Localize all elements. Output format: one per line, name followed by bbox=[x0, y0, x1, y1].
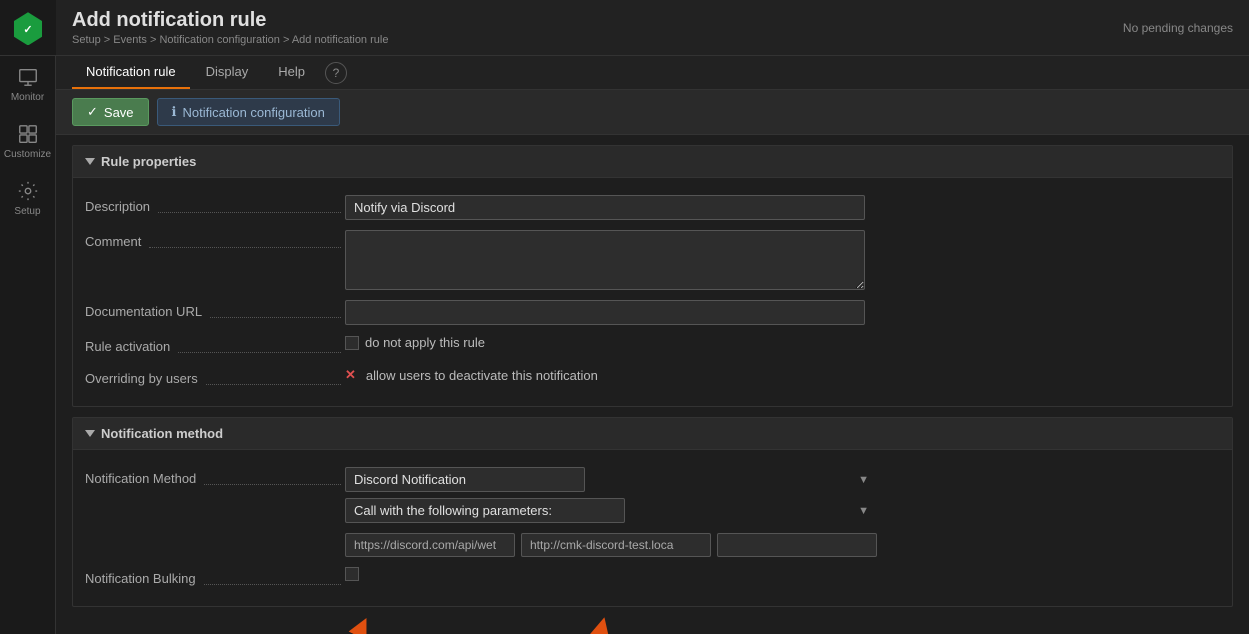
rule-activation-value: do not apply this rule bbox=[345, 335, 1220, 350]
notification-method-body: Notification Method Discord Notification… bbox=[73, 450, 1232, 606]
notification-method-row: Notification Method Discord Notification… bbox=[73, 462, 1232, 562]
discord-webhook-arrow-svg bbox=[272, 617, 432, 634]
doc-url-label: Documentation URL bbox=[85, 300, 345, 322]
page-title: Add notification rule bbox=[72, 9, 388, 32]
tab-help[interactable]: Help bbox=[264, 56, 319, 89]
tab-notification-rule[interactable]: Notification rule bbox=[72, 56, 190, 89]
notification-bulking-row: Notification Bulking bbox=[73, 562, 1232, 594]
call-params-wrap: Call with the following parameters: ▼ bbox=[345, 498, 877, 523]
extra-input[interactable] bbox=[717, 533, 877, 557]
content-area: Rule properties Description Commen bbox=[56, 135, 1249, 634]
breadcrumb: Setup > Events > Notification configurat… bbox=[72, 34, 388, 46]
notification-bulking-label: Notification Bulking bbox=[85, 567, 345, 589]
topbar: Add notification rule Setup > Events > N… bbox=[56, 0, 1249, 56]
main-content: Add notification rule Setup > Events > N… bbox=[56, 0, 1249, 634]
sidebar-label-customize: Customize bbox=[4, 149, 51, 160]
notification-method-header[interactable]: Notification method bbox=[73, 418, 1232, 450]
checkmark-icon: ✓ bbox=[87, 104, 98, 120]
comment-textarea[interactable] bbox=[345, 230, 865, 290]
method-select-wrap: Discord Notification ▼ bbox=[345, 467, 877, 492]
notification-method-section: Notification method Notification Method … bbox=[72, 417, 1233, 607]
overriding-row: Overriding by users ✕ allow users to dea… bbox=[73, 362, 1232, 394]
description-input[interactable] bbox=[345, 195, 865, 220]
rule-properties-title: Rule properties bbox=[101, 154, 196, 169]
overriding-text: allow users to deactivate this notificat… bbox=[366, 368, 598, 383]
description-label: Description bbox=[85, 195, 345, 217]
select-arrow-icon: ▼ bbox=[858, 474, 869, 486]
doc-url-value bbox=[345, 300, 1220, 325]
site-url-input[interactable] bbox=[521, 533, 711, 557]
doc-url-input[interactable] bbox=[345, 300, 865, 325]
help-circle-icon[interactable]: ? bbox=[325, 62, 347, 84]
webhook-inputs-row bbox=[345, 533, 877, 557]
notification-bulking-value bbox=[345, 567, 1220, 581]
doc-url-row: Documentation URL bbox=[73, 295, 1232, 330]
sidebar-label-setup: Setup bbox=[14, 206, 40, 217]
notification-method-value: Discord Notification ▼ Call with the fol… bbox=[345, 467, 1220, 557]
no-pending-changes: No pending changes bbox=[1123, 21, 1233, 35]
rule-activation-label: Rule activation bbox=[85, 335, 345, 357]
collapse-icon bbox=[85, 158, 95, 165]
rule-properties-header[interactable]: Rule properties bbox=[73, 146, 1232, 178]
notification-config-button[interactable]: ℹ Notification configuration bbox=[157, 98, 340, 126]
method-select[interactable]: Discord Notification bbox=[345, 467, 585, 492]
svg-text:✓: ✓ bbox=[23, 24, 32, 36]
rule-activation-checkbox[interactable] bbox=[345, 336, 359, 350]
x-icon: ✕ bbox=[345, 367, 356, 383]
rule-activation-row: Rule activation do not apply this rule bbox=[73, 330, 1232, 362]
notification-method-title: Notification method bbox=[101, 426, 223, 441]
info-icon: ℹ bbox=[172, 104, 177, 120]
description-value bbox=[345, 195, 1220, 220]
comment-row: Comment bbox=[73, 225, 1232, 295]
tab-display[interactable]: Display bbox=[192, 56, 263, 89]
topbar-title-area: Add notification rule Setup > Events > N… bbox=[72, 9, 388, 46]
webhook-url-input[interactable] bbox=[345, 533, 515, 557]
toolbar: ✓ Save ℹ Notification configuration bbox=[56, 90, 1249, 135]
comment-value bbox=[345, 230, 1220, 290]
sidebar-item-monitor[interactable]: Monitor bbox=[0, 56, 56, 113]
overriding-value: ✕ allow users to deactivate this notific… bbox=[345, 367, 1220, 383]
rule-properties-section: Rule properties Description Commen bbox=[72, 145, 1233, 407]
rule-activation-text: do not apply this rule bbox=[365, 335, 485, 350]
save-button[interactable]: ✓ Save bbox=[72, 98, 149, 126]
sidebar: ✓ Monitor Customize Setup bbox=[0, 0, 56, 634]
annotation-area: Discord Webhook Your checkmk site url bbox=[72, 617, 1233, 634]
site-url-arrow-svg bbox=[512, 617, 692, 634]
sidebar-item-customize[interactable]: Customize bbox=[0, 113, 56, 170]
nav-tabs: Notification rule Display Help ? bbox=[56, 56, 1249, 90]
description-row: Description bbox=[73, 190, 1232, 225]
rule-properties-body: Description Comment bbox=[73, 178, 1232, 406]
sidebar-label-monitor: Monitor bbox=[11, 92, 44, 103]
logo[interactable]: ✓ bbox=[0, 0, 56, 56]
overriding-label: Overriding by users bbox=[85, 367, 345, 389]
call-params-select[interactable]: Call with the following parameters: bbox=[345, 498, 625, 523]
collapse-icon-method bbox=[85, 430, 95, 437]
call-params-arrow-icon: ▼ bbox=[858, 505, 869, 517]
comment-label: Comment bbox=[85, 230, 345, 252]
notification-method-label: Notification Method bbox=[85, 467, 345, 489]
sidebar-item-setup[interactable]: Setup bbox=[0, 170, 56, 227]
bulking-checkbox[interactable] bbox=[345, 567, 359, 581]
